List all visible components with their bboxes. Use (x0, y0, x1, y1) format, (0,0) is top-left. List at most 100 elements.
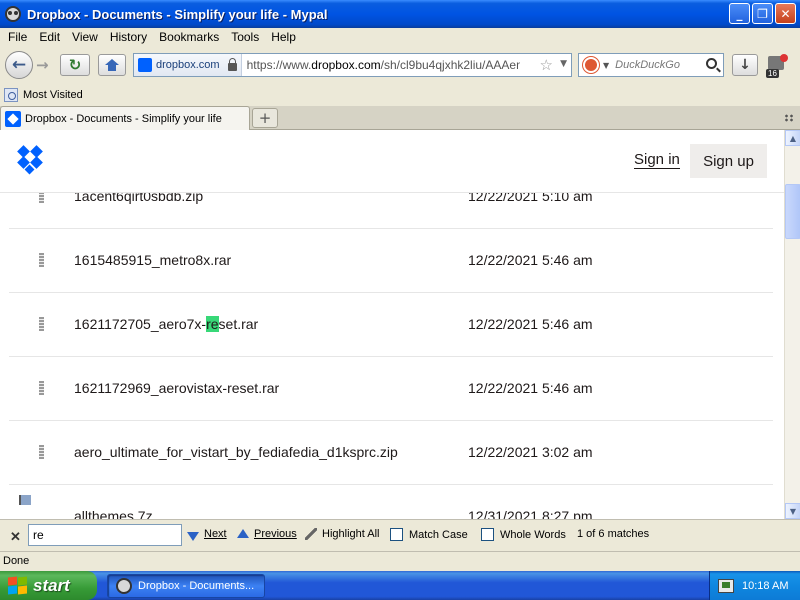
file-date: 12/22/2021 5:46 am (468, 252, 593, 268)
file-date: 12/22/2021 3:02 am (468, 444, 593, 460)
window-title: Dropbox - Documents - Simplify your life… (27, 6, 328, 22)
find-next-label: Next (204, 528, 227, 540)
list-all-tabs-icon[interactable] (784, 114, 794, 122)
menu-bookmarks[interactable]: Bookmarks (153, 30, 225, 44)
find-match-count: 1 of 6 matches (577, 528, 650, 540)
highlight-all-label: Highlight All (322, 528, 380, 540)
sign-in-link[interactable]: Sign in (634, 152, 680, 169)
url-path: /sh/cl9bu4qjxhk2liu/AAAem5vM (380, 58, 520, 72)
file-icon (39, 445, 44, 459)
tab-dropbox[interactable]: Dropbox - Documents - Simplify your life (0, 106, 250, 130)
addon-badge: 16 (766, 69, 779, 78)
plus-icon: + (258, 109, 272, 127)
menu-history[interactable]: History (104, 30, 153, 44)
navigation-toolbar: ← → ↻ dropbox.com https://www.dropbox.co… (0, 46, 800, 84)
maximize-button[interactable]: ❐ (752, 3, 773, 24)
match-case-checkbox[interactable]: Match Case (390, 528, 468, 541)
start-button[interactable]: start (0, 571, 97, 600)
find-match-highlight: re (206, 316, 219, 332)
forward-arrow-icon: → (36, 56, 49, 74)
find-next-button[interactable]: Next (187, 528, 227, 541)
back-button[interactable]: ← (5, 51, 33, 79)
file-name[interactable]: 1621172705_aero7x-reset.rar (74, 316, 258, 332)
url-history-dropdown-icon[interactable]: ▼ (560, 59, 567, 69)
status-text: Done (3, 555, 30, 567)
file-date: 12/22/2021 5:46 am (468, 316, 593, 332)
file-row[interactable]: aero_ultimate_for_vistart_by_fediafedia_… (9, 421, 773, 485)
lock-icon (227, 58, 237, 71)
tab-strip: Dropbox - Documents - Simplify your life… (0, 106, 800, 130)
system-tray: 10:18 AM (709, 571, 800, 600)
file-row[interactable]: allthemes.7z 12/31/2021 8:27 pm (9, 485, 773, 519)
file-name[interactable]: 1621172969_aerovistax-reset.rar (74, 380, 279, 396)
start-label: start (33, 575, 70, 595)
title-bar: Dropbox - Documents - Simplify your life… (0, 0, 800, 28)
highlight-all-button[interactable]: Highlight All (305, 528, 379, 540)
file-row[interactable]: 1615485915_metro8x.rar 12/22/2021 5:46 a… (9, 229, 773, 293)
file-name-part: set.rar (218, 316, 259, 332)
bookmark-most-visited[interactable]: Most Visited (23, 89, 83, 101)
file-row[interactable]: 1621172969_aerovistax-reset.rar 12/22/20… (9, 357, 773, 421)
find-input[interactable]: re (28, 524, 182, 546)
taskbar-window-button[interactable]: Dropbox - Documents... (107, 574, 265, 598)
file-name-part: 1621172705_aero7x- (74, 316, 207, 332)
taskbar: start Dropbox - Documents... 10:18 AM (0, 571, 800, 600)
file-icon (39, 317, 44, 331)
address-bar[interactable]: dropbox.com https://www.dropbox.com/sh/c… (133, 53, 572, 77)
page-content: 1acent6qirt0sbdb.zip 12/22/2021 5:10 am … (0, 130, 784, 519)
browser-app-icon[interactable] (5, 6, 21, 22)
whole-words-checkbox[interactable]: Whole Words (481, 528, 566, 541)
sign-up-button[interactable]: Sign up (690, 144, 767, 178)
site-identity-button[interactable]: dropbox.com (134, 54, 242, 76)
file-name[interactable]: aero_ultimate_for_vistart_by_fediafedia_… (74, 444, 398, 460)
window-controls: _ ❐ ✕ (729, 3, 796, 24)
bookmark-star-icon[interactable]: ☆ (540, 56, 553, 74)
file-date: 12/22/2021 5:46 am (468, 380, 593, 396)
menu-tools[interactable]: Tools (225, 30, 265, 44)
find-bar: ✕ re Next Previous Highlight All Match C… (0, 519, 800, 551)
minimize-button[interactable]: _ (729, 3, 750, 24)
match-case-label: Match Case (409, 528, 468, 541)
forward-button[interactable]: → (36, 56, 49, 74)
menu-edit[interactable]: Edit (33, 30, 66, 44)
vertical-scrollbar[interactable]: ▲ ▼ (784, 130, 800, 519)
home-button[interactable] (98, 54, 126, 76)
dropbox-logo-icon[interactable] (17, 145, 43, 175)
file-name[interactable]: allthemes.7z (74, 508, 153, 519)
file-row[interactable]: 1621172705_aero7x-reset.rar 12/22/2021 5… (9, 293, 773, 357)
menu-help[interactable]: Help (265, 30, 302, 44)
whole-words-box[interactable] (481, 528, 494, 541)
file-name[interactable]: 1615485915_metro8x.rar (74, 252, 231, 268)
duckduckgo-icon[interactable] (583, 57, 599, 73)
new-tab-button[interactable]: + (252, 108, 278, 128)
url-prefix: https://www. (246, 58, 312, 72)
file-icon (39, 253, 44, 267)
find-previous-button[interactable]: Previous (237, 528, 297, 540)
close-button[interactable]: ✕ (775, 3, 796, 24)
scroll-up-button[interactable]: ▲ (785, 130, 800, 146)
match-case-box[interactable] (390, 528, 403, 541)
search-icon[interactable] (706, 58, 717, 69)
url-text[interactable]: https://www.dropbox.com/sh/cl9bu4qjxhk2l… (242, 58, 520, 72)
clock[interactable]: 10:18 AM (742, 580, 788, 592)
status-bar: Done (0, 551, 800, 571)
most-visited-icon (4, 88, 18, 102)
search-bar[interactable]: ▼ DuckDuckGo (578, 53, 724, 77)
downloads-button[interactable]: ↓ (732, 54, 758, 76)
scroll-thumb[interactable] (785, 184, 800, 239)
menu-bar: File Edit View History Bookmarks Tools H… (0, 28, 800, 46)
home-icon (105, 59, 119, 71)
menu-file[interactable]: File (2, 30, 33, 44)
search-engine-dropdown-icon[interactable]: ▼ (603, 61, 609, 70)
tray-app-icon[interactable] (718, 578, 734, 593)
scroll-down-button[interactable]: ▼ (785, 503, 800, 519)
find-close-icon[interactable]: ✕ (10, 529, 21, 545)
taskbar-window-label: Dropbox - Documents... (138, 580, 255, 592)
menu-view[interactable]: View (66, 30, 104, 44)
dropbox-favicon-icon (138, 58, 152, 72)
scroll-up-icon: ▲ (789, 133, 797, 143)
reload-button[interactable]: ↻ (60, 54, 90, 76)
back-arrow-icon: ← (11, 55, 27, 75)
addon-button[interactable]: 16 (766, 54, 788, 78)
bookmarks-toolbar: Most Visited (0, 84, 800, 106)
